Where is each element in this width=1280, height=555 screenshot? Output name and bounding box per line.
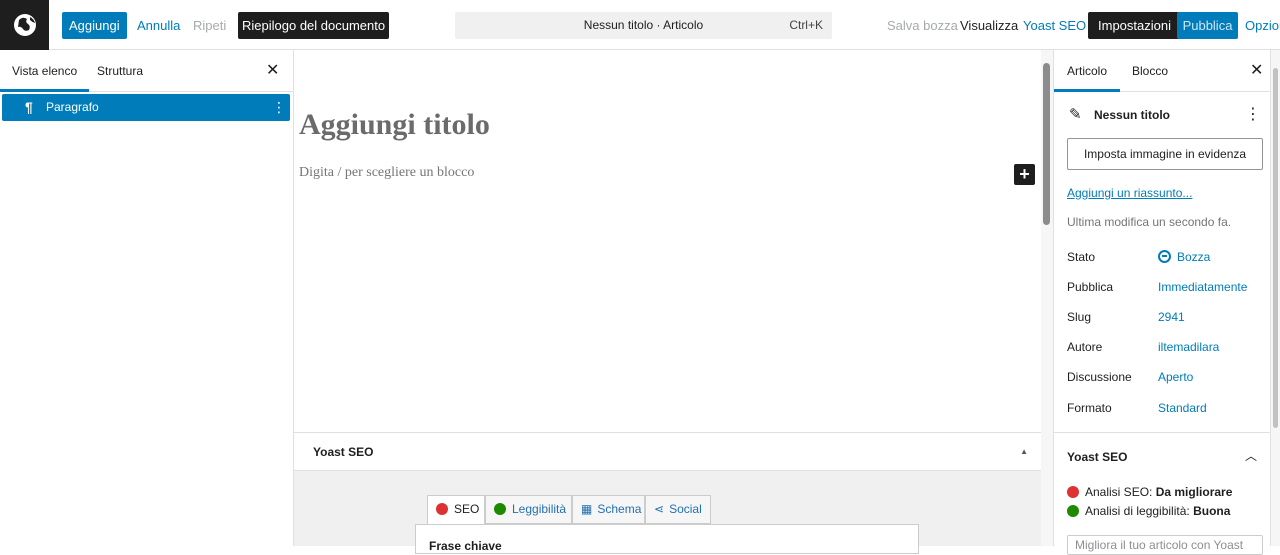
- sidebar-tabs: Articolo Blocco ✕: [1054, 50, 1270, 92]
- seo-analysis-value: Da migliorare: [1155, 485, 1233, 499]
- slug-value[interactable]: 2941: [1158, 310, 1185, 324]
- tab-post[interactable]: Articolo: [1054, 50, 1120, 92]
- tab-seo[interactable]: SEO: [427, 495, 485, 525]
- tab-social[interactable]: ⋖ Social: [645, 495, 711, 524]
- tab-schema-label: Schema: [597, 502, 642, 516]
- preview-button[interactable]: Visualizza: [953, 12, 1025, 39]
- block-placeholder[interactable]: Digita / per scegliere un blocco: [299, 165, 474, 181]
- editor-header: Aggiungi Annulla Ripeti Riepilogo del do…: [0, 0, 1280, 50]
- seo-analysis-label: Analisi SEO:: [1085, 485, 1153, 499]
- format-value[interactable]: Standard: [1158, 401, 1207, 415]
- meta-key: Discussione: [1067, 370, 1132, 384]
- yoast-seo-content: Frase chiave: [415, 524, 919, 554]
- yoast-sidebar-title: Yoast SEO: [1067, 450, 1128, 464]
- smile-face-icon: [1067, 505, 1079, 517]
- sidebar-scrollbar[interactable]: [1270, 50, 1280, 546]
- add-block-button[interactable]: Aggiungi: [62, 12, 127, 39]
- publish-button[interactable]: Pubblica: [1177, 12, 1238, 39]
- yoast-metabox-header[interactable]: Yoast SEO ▲: [294, 433, 1041, 471]
- yoast-improve-input[interactable]: Migliora il tuo articolo con Yoast: [1067, 535, 1263, 555]
- tab-list-view[interactable]: Vista elenco: [0, 50, 89, 92]
- close-icon[interactable]: ✕: [266, 63, 279, 79]
- meta-key: Autore: [1067, 340, 1103, 354]
- sad-face-icon: [436, 503, 448, 515]
- list-item[interactable]: ¶ Paragrafo ⋮: [2, 94, 290, 121]
- close-icon[interactable]: ✕: [1250, 63, 1263, 79]
- share-icon: ⋖: [654, 502, 665, 516]
- settings-button[interactable]: Impostazioni: [1088, 12, 1181, 39]
- sad-face-icon: [1067, 486, 1079, 498]
- command-palette-bar[interactable]: Nessun titolo · Articolo Ctrl+K: [455, 12, 832, 39]
- editor-scrollbar[interactable]: [1041, 50, 1053, 546]
- discussion-value[interactable]: Aperto: [1158, 370, 1193, 384]
- tab-seo-label: SEO: [454, 502, 480, 516]
- seo-analysis-row: Analisi SEO: Da migliorare: [1067, 485, 1232, 499]
- caret-up-icon[interactable]: ▲: [1020, 447, 1028, 456]
- draft-status-icon: [1158, 250, 1171, 263]
- undo-button[interactable]: Annulla: [130, 12, 187, 39]
- list-item-label: Paragrafo: [46, 100, 99, 114]
- readability-analysis-row: Analisi di leggibilità: Buona: [1067, 504, 1230, 518]
- scrollbar-thumb[interactable]: [1273, 68, 1278, 428]
- meta-key: Formato: [1067, 401, 1112, 415]
- yoast-metabox-title: Yoast SEO: [313, 445, 374, 459]
- post-title-input[interactable]: Aggiungi titolo: [299, 108, 490, 142]
- publish-date-value[interactable]: Immediatamente: [1158, 280, 1247, 294]
- yoast-metabox: Yoast SEO ▲ SEO Leggibilità ▦ Schema ⋖ Soc…: [294, 432, 1041, 554]
- settings-sidebar: Articolo Blocco ✕ ✎ Nessun titolo ⋮ Impo…: [1053, 50, 1271, 555]
- yoast-seo-button[interactable]: Yoast SEO: [1016, 12, 1093, 39]
- redo-button[interactable]: Ripeti: [186, 12, 233, 39]
- last-modified-text: Ultima modifica un secondo fa.: [1067, 215, 1232, 229]
- chevron-up-icon[interactable]: ︿: [1245, 447, 1257, 464]
- site-logo[interactable]: [0, 0, 49, 50]
- tab-outline[interactable]: Struttura: [97, 50, 143, 92]
- keyboard-shortcut: Ctrl+K: [789, 18, 823, 32]
- meta-value: Bozza: [1177, 250, 1211, 264]
- focus-keyphrase-label: Frase chiave: [429, 539, 502, 553]
- tab-social-label: Social: [669, 502, 702, 516]
- tab-schema[interactable]: ▦ Schema: [572, 495, 645, 524]
- plus-icon[interactable]: +: [1014, 164, 1035, 185]
- options-button[interactable]: Opzioni: [1238, 12, 1280, 39]
- document-overview-button[interactable]: Riepilogo del documento: [238, 12, 390, 39]
- tab-readability-label: Leggibilità: [512, 502, 567, 516]
- yoast-sidebar-panel: Yoast SEO ︿ Analisi SEO: Da migliorare A…: [1054, 432, 1271, 555]
- grid-icon: ▦: [581, 502, 593, 516]
- editor-canvas: Aggiungi titolo Digita / per scegliere u…: [294, 50, 1041, 432]
- smile-face-icon: [494, 503, 506, 515]
- more-options-icon[interactable]: ⋮: [272, 94, 286, 121]
- paragraph-icon: ¶: [25, 99, 33, 115]
- post-title-label: Nessun titolo: [1094, 108, 1171, 122]
- more-options-icon[interactable]: ⋮: [1245, 104, 1261, 124]
- author-value[interactable]: iltemadilara: [1158, 340, 1219, 354]
- meta-key: Stato: [1067, 250, 1096, 264]
- document-title-label: Nessun titolo · Articolo: [583, 18, 704, 32]
- scrollbar-thumb[interactable]: [1043, 63, 1050, 225]
- tab-readability[interactable]: Leggibilità: [485, 495, 572, 524]
- globe-logo-icon: [13, 14, 36, 36]
- status-value[interactable]: Bozza: [1158, 250, 1210, 264]
- readability-analysis-label: Analisi di leggibilità:: [1085, 504, 1190, 518]
- readability-analysis-value: Buona: [1193, 504, 1231, 518]
- tab-block[interactable]: Blocco: [1132, 50, 1168, 92]
- post-icon: ✎: [1069, 106, 1082, 123]
- list-view-tabs: Vista elenco Struttura ✕: [0, 50, 293, 92]
- add-excerpt-link[interactable]: Aggiungi un riassunto...: [1067, 186, 1192, 200]
- featured-image-button[interactable]: Imposta immagine in evidenza: [1067, 138, 1263, 170]
- list-view-panel: Vista elenco Struttura ✕ ¶ Paragrafo ⋮: [0, 50, 294, 546]
- meta-key: Pubblica: [1067, 280, 1114, 294]
- meta-key: Slug: [1067, 310, 1092, 324]
